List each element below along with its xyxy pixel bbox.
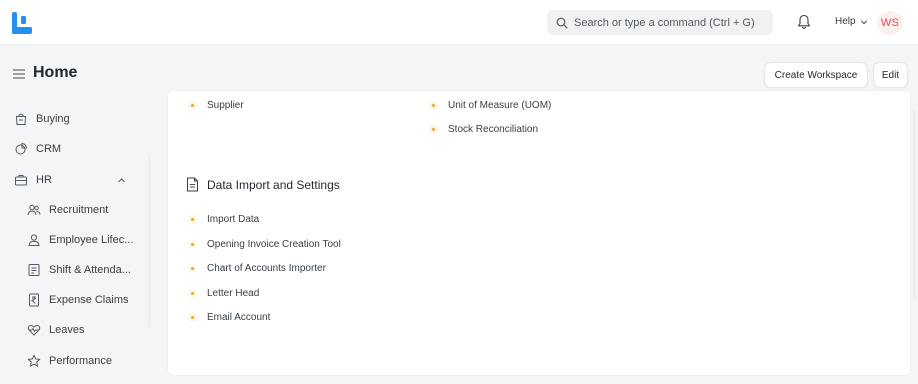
bullet-dot <box>188 100 197 110</box>
chevron-down-icon <box>860 19 867 24</box>
sidebar-item-label: CRM <box>36 143 62 155</box>
link-label: Import Data <box>207 213 260 225</box>
card-header-data-import: Data Import and Settings <box>186 177 340 192</box>
rupee-receipt-icon <box>29 293 39 307</box>
notification-bell-icon[interactable] <box>797 14 811 30</box>
sidebar-item-expense-claims[interactable]: Expense Claims <box>27 287 128 313</box>
shopping-bag-icon <box>15 113 27 125</box>
page-title: Home <box>33 64 78 81</box>
sidebar-item-label: Expense Claims <box>49 294 129 306</box>
link-label: Opening Invoice Creation Tool <box>207 238 341 250</box>
bullet-dot <box>188 312 197 322</box>
link-label: Stock Reconciliation <box>448 123 539 135</box>
help-dropdown[interactable]: Help <box>835 16 868 27</box>
page-scrollbar[interactable] <box>913 110 916 300</box>
link-import-data[interactable]: Import Data <box>188 210 259 228</box>
sidebar-scrollbar[interactable] <box>148 157 151 327</box>
checklist-icon <box>28 264 40 276</box>
app-logo[interactable] <box>12 12 32 34</box>
bullet-dot <box>429 100 438 110</box>
sidebar-item-recruitment[interactable]: Recruitment <box>27 197 108 223</box>
briefcase-icon <box>15 175 27 186</box>
link-opening-invoice-creation-tool[interactable]: Opening Invoice Creation Tool <box>188 235 341 253</box>
hamburger-menu-icon[interactable] <box>13 69 25 79</box>
star-icon <box>27 354 41 367</box>
users-icon <box>27 204 41 216</box>
bullet-dot <box>188 263 197 273</box>
sidebar-item-performance[interactable]: Performance <box>27 348 112 374</box>
sidebar-item-label: HR <box>36 174 52 186</box>
link-letter-head[interactable]: Letter Head <box>188 284 259 302</box>
sidebar-item-leaves[interactable]: Leaves <box>27 317 84 343</box>
user-avatar[interactable]: WS <box>877 11 903 35</box>
sidebar-item-crm[interactable]: CRM <box>14 136 61 162</box>
search-icon <box>556 17 568 29</box>
edit-button[interactable]: Edit <box>873 62 908 88</box>
sidebar-item-label: Employee Lifec... <box>49 234 134 246</box>
link-email-account[interactable]: Email Account <box>188 308 270 326</box>
sidebar-item-shift-attendance[interactable]: Shift & Attenda... <box>27 257 131 283</box>
sidebar: Buying CRM HR Recruitment Employee Lifec… <box>0 97 155 384</box>
link-label: Unit of Measure (UOM) <box>448 99 552 111</box>
bullet-dot <box>429 124 438 134</box>
bullet-dot <box>188 239 197 249</box>
link-chart-of-accounts-importer[interactable]: Chart of Accounts Importer <box>188 259 326 277</box>
document-icon <box>187 177 198 192</box>
bullet-dot <box>188 288 197 298</box>
link-stock-reconciliation[interactable]: Stock Reconciliation <box>429 120 538 138</box>
sidebar-item-label: Leaves <box>49 324 85 336</box>
sidebar-item-label: Buying <box>36 113 70 125</box>
sidebar-item-buying[interactable]: Buying <box>14 106 70 132</box>
sidebar-item-label: Performance <box>49 355 112 367</box>
collapse-hr-toggle[interactable] <box>117 167 126 193</box>
help-label: Help <box>835 16 856 27</box>
card-title: Data Import and Settings <box>207 177 340 192</box>
chevron-up-icon <box>118 177 125 182</box>
sidebar-item-label: Shift & Attenda... <box>49 264 131 276</box>
crm-chart-icon <box>15 142 28 155</box>
search-bar[interactable] <box>547 10 773 35</box>
top-navbar: Help WS <box>0 0 918 45</box>
sidebar-item-label: Recruitment <box>49 204 109 216</box>
user-icon <box>28 234 40 246</box>
sidebar-item-hr[interactable]: HR <box>14 167 129 193</box>
search-input[interactable] <box>574 16 764 29</box>
link-label: Letter Head <box>207 287 260 299</box>
sidebar-item-employee-lifecycle[interactable]: Employee Lifec... <box>27 227 133 253</box>
link-label: Chart of Accounts Importer <box>207 262 326 274</box>
create-workspace-button[interactable]: Create Workspace <box>764 62 868 88</box>
link-supplier[interactable]: Supplier <box>188 96 244 114</box>
link-label: Supplier <box>207 99 244 111</box>
link-label: Email Account <box>207 311 271 323</box>
bullet-dot <box>188 214 197 224</box>
heartbeat-icon <box>27 325 41 336</box>
workspace-content: Supplier Unit of Measure (UOM) Stock Rec… <box>167 90 911 376</box>
link-unit-of-measure[interactable]: Unit of Measure (UOM) <box>429 96 551 114</box>
